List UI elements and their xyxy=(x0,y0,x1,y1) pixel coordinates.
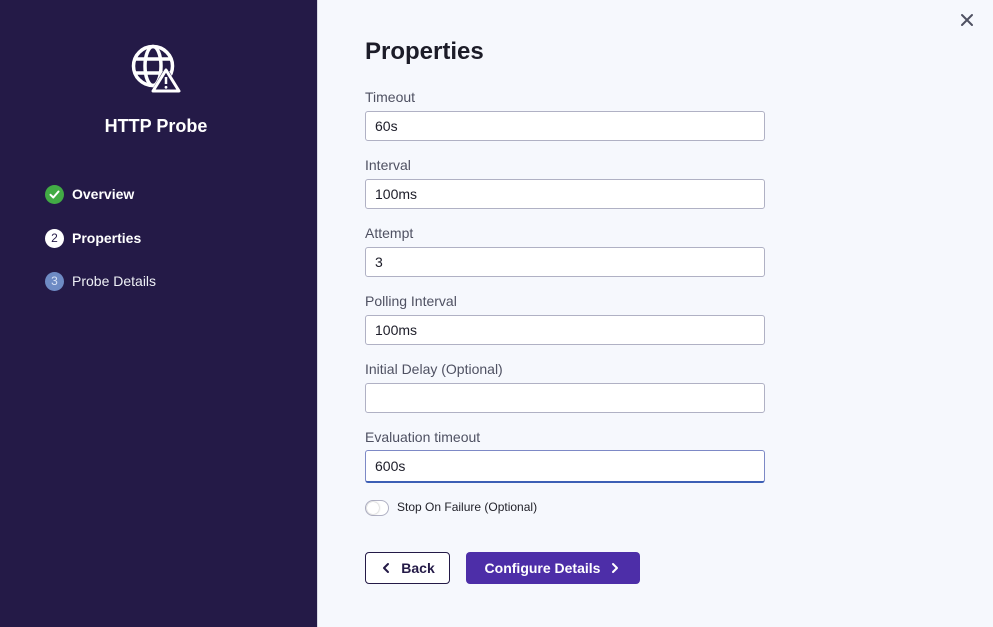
check-icon xyxy=(45,184,64,204)
back-button-label: Back xyxy=(401,560,435,576)
stop-on-failure-toggle[interactable] xyxy=(365,500,389,516)
step-number: 3 xyxy=(45,271,64,291)
toggle-knob xyxy=(367,502,379,514)
initial-delay-input[interactable] xyxy=(365,383,765,413)
chevron-right-icon xyxy=(612,563,619,573)
configure-details-button[interactable]: Configure Details xyxy=(466,552,640,584)
initial-delay-label: Initial Delay (Optional) xyxy=(365,361,503,377)
interval-label: Interval xyxy=(365,157,411,173)
probe-title: HTTP Probe xyxy=(104,116,208,136)
sidebar-divider xyxy=(317,0,318,627)
polling-interval-input[interactable] xyxy=(365,315,765,345)
step-label: Properties xyxy=(72,230,142,246)
back-button[interactable]: Back xyxy=(365,552,450,584)
evaluation-timeout-input[interactable] xyxy=(365,450,765,483)
globe-warning-icon xyxy=(131,44,182,93)
evaluation-timeout-label: Evaluation timeout xyxy=(365,429,481,445)
attempt-label: Attempt xyxy=(365,225,414,241)
step-label: Overview xyxy=(72,186,135,202)
timeout-input[interactable] xyxy=(365,111,765,141)
step-label: Probe Details xyxy=(72,273,157,289)
polling-interval-label: Polling Interval xyxy=(365,293,457,309)
step-number: 2 xyxy=(45,228,64,248)
step-probe-details[interactable]: 3 Probe Details xyxy=(45,271,156,291)
close-icon[interactable] xyxy=(958,11,976,29)
stop-on-failure-label: Stop On Failure (Optional) xyxy=(397,500,538,514)
timeout-label: Timeout xyxy=(365,89,416,105)
step-overview[interactable]: Overview xyxy=(45,184,134,204)
attempt-input[interactable] xyxy=(365,247,765,277)
chevron-left-icon xyxy=(383,563,390,573)
interval-input[interactable] xyxy=(365,179,765,209)
step-properties[interactable]: 2 Properties xyxy=(45,228,141,248)
page-title: Properties xyxy=(365,38,484,65)
configure-details-label: Configure Details xyxy=(484,560,601,576)
wizard-sidebar: HTTP Probe Overview 2 Properties 3 Probe… xyxy=(0,0,317,627)
